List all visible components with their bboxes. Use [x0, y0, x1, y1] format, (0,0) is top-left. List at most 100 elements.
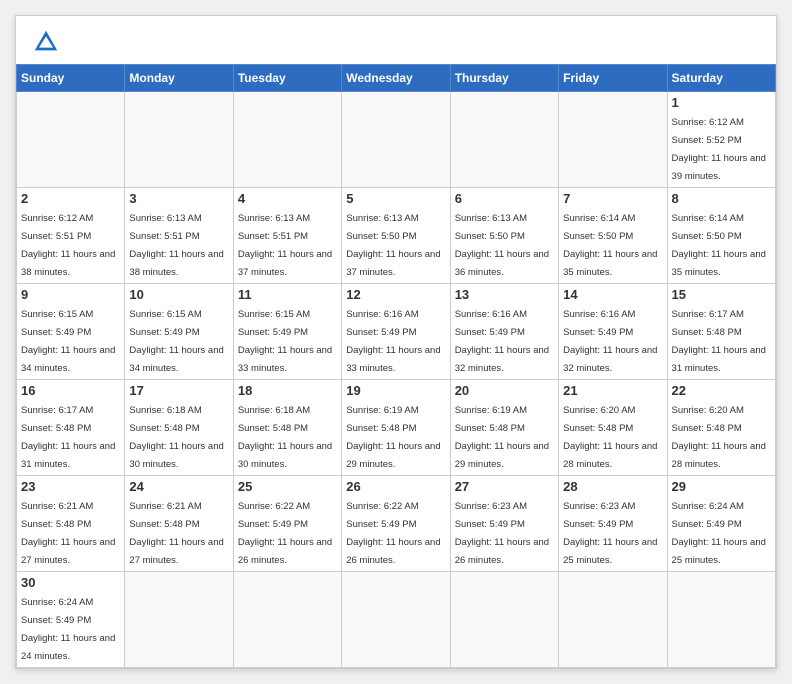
day-info: Sunrise: 6:12 AMSunset: 5:52 PMDaylight:…: [672, 117, 766, 182]
weekday-header-row: Sunday Monday Tuesday Wednesday Thursday…: [17, 65, 776, 92]
day-number: 21: [563, 383, 662, 398]
calendar-cell: 10 Sunrise: 6:15 AMSunset: 5:49 PMDaylig…: [125, 284, 233, 380]
logo: [32, 28, 64, 56]
header-thursday: Thursday: [450, 65, 558, 92]
calendar-cell: 4 Sunrise: 6:13 AMSunset: 5:51 PMDayligh…: [233, 188, 341, 284]
calendar-cell: 1 Sunrise: 6:12 AMSunset: 5:52 PMDayligh…: [667, 92, 775, 188]
day-number: 8: [672, 191, 771, 206]
day-number: 19: [346, 383, 445, 398]
day-info: Sunrise: 6:15 AMSunset: 5:49 PMDaylight:…: [21, 309, 115, 374]
day-info: Sunrise: 6:12 AMSunset: 5:51 PMDaylight:…: [21, 213, 115, 278]
calendar-row: 30 Sunrise: 6:24 AMSunset: 5:49 PMDaylig…: [17, 572, 776, 668]
calendar-cell: [559, 92, 667, 188]
day-number: 5: [346, 191, 445, 206]
day-number: 17: [129, 383, 228, 398]
header-tuesday: Tuesday: [233, 65, 341, 92]
day-info: Sunrise: 6:24 AMSunset: 5:49 PMDaylight:…: [672, 501, 766, 566]
day-info: Sunrise: 6:16 AMSunset: 5:49 PMDaylight:…: [563, 309, 657, 374]
day-number: 11: [238, 287, 337, 302]
day-number: 9: [21, 287, 120, 302]
day-number: 22: [672, 383, 771, 398]
day-number: 26: [346, 479, 445, 494]
day-info: Sunrise: 6:15 AMSunset: 5:49 PMDaylight:…: [129, 309, 223, 374]
calendar-cell: [559, 572, 667, 668]
day-info: Sunrise: 6:17 AMSunset: 5:48 PMDaylight:…: [21, 405, 115, 470]
calendar-cell: 29 Sunrise: 6:24 AMSunset: 5:49 PMDaylig…: [667, 476, 775, 572]
day-info: Sunrise: 6:13 AMSunset: 5:51 PMDaylight:…: [238, 213, 332, 278]
calendar-cell: [667, 572, 775, 668]
day-info: Sunrise: 6:16 AMSunset: 5:49 PMDaylight:…: [455, 309, 549, 374]
calendar-cell: 13 Sunrise: 6:16 AMSunset: 5:49 PMDaylig…: [450, 284, 558, 380]
day-number: 1: [672, 95, 771, 110]
day-info: Sunrise: 6:23 AMSunset: 5:49 PMDaylight:…: [455, 501, 549, 566]
calendar-row: 9 Sunrise: 6:15 AMSunset: 5:49 PMDayligh…: [17, 284, 776, 380]
day-info: Sunrise: 6:14 AMSunset: 5:50 PMDaylight:…: [563, 213, 657, 278]
day-info: Sunrise: 6:19 AMSunset: 5:48 PMDaylight:…: [455, 405, 549, 470]
calendar-cell: 3 Sunrise: 6:13 AMSunset: 5:51 PMDayligh…: [125, 188, 233, 284]
day-info: Sunrise: 6:18 AMSunset: 5:48 PMDaylight:…: [129, 405, 223, 470]
day-number: 25: [238, 479, 337, 494]
day-info: Sunrise: 6:16 AMSunset: 5:49 PMDaylight:…: [346, 309, 440, 374]
calendar-cell: [17, 92, 125, 188]
calendar-row: 16 Sunrise: 6:17 AMSunset: 5:48 PMDaylig…: [17, 380, 776, 476]
day-number: 24: [129, 479, 228, 494]
day-info: Sunrise: 6:24 AMSunset: 5:49 PMDaylight:…: [21, 597, 115, 662]
header-friday: Friday: [559, 65, 667, 92]
calendar-cell: 19 Sunrise: 6:19 AMSunset: 5:48 PMDaylig…: [342, 380, 450, 476]
day-info: Sunrise: 6:21 AMSunset: 5:48 PMDaylight:…: [129, 501, 223, 566]
day-info: Sunrise: 6:18 AMSunset: 5:48 PMDaylight:…: [238, 405, 332, 470]
calendar-cell: [342, 92, 450, 188]
day-info: Sunrise: 6:15 AMSunset: 5:49 PMDaylight:…: [238, 309, 332, 374]
logo-icon: [32, 28, 60, 56]
day-number: 10: [129, 287, 228, 302]
day-number: 7: [563, 191, 662, 206]
day-info: Sunrise: 6:17 AMSunset: 5:48 PMDaylight:…: [672, 309, 766, 374]
day-number: 4: [238, 191, 337, 206]
calendar-cell: 6 Sunrise: 6:13 AMSunset: 5:50 PMDayligh…: [450, 188, 558, 284]
day-info: Sunrise: 6:21 AMSunset: 5:48 PMDaylight:…: [21, 501, 115, 566]
calendar-cell: 11 Sunrise: 6:15 AMSunset: 5:49 PMDaylig…: [233, 284, 341, 380]
calendar-cell: 17 Sunrise: 6:18 AMSunset: 5:48 PMDaylig…: [125, 380, 233, 476]
day-number: 27: [455, 479, 554, 494]
calendar-cell: [450, 92, 558, 188]
day-number: 28: [563, 479, 662, 494]
day-number: 23: [21, 479, 120, 494]
day-number: 20: [455, 383, 554, 398]
calendar-cell: 12 Sunrise: 6:16 AMSunset: 5:49 PMDaylig…: [342, 284, 450, 380]
calendar-row: 23 Sunrise: 6:21 AMSunset: 5:48 PMDaylig…: [17, 476, 776, 572]
day-number: 3: [129, 191, 228, 206]
calendar-cell: 7 Sunrise: 6:14 AMSunset: 5:50 PMDayligh…: [559, 188, 667, 284]
calendar-cell: [233, 572, 341, 668]
calendar-cell: 9 Sunrise: 6:15 AMSunset: 5:49 PMDayligh…: [17, 284, 125, 380]
day-info: Sunrise: 6:14 AMSunset: 5:50 PMDaylight:…: [672, 213, 766, 278]
day-info: Sunrise: 6:13 AMSunset: 5:50 PMDaylight:…: [455, 213, 549, 278]
calendar-cell: [450, 572, 558, 668]
calendar-cell: 28 Sunrise: 6:23 AMSunset: 5:49 PMDaylig…: [559, 476, 667, 572]
calendar-cell: 8 Sunrise: 6:14 AMSunset: 5:50 PMDayligh…: [667, 188, 775, 284]
calendar-cell: 14 Sunrise: 6:16 AMSunset: 5:49 PMDaylig…: [559, 284, 667, 380]
day-info: Sunrise: 6:13 AMSunset: 5:50 PMDaylight:…: [346, 213, 440, 278]
calendar-cell: 24 Sunrise: 6:21 AMSunset: 5:48 PMDaylig…: [125, 476, 233, 572]
calendar-cell: [125, 572, 233, 668]
day-number: 29: [672, 479, 771, 494]
header-sunday: Sunday: [17, 65, 125, 92]
calendar-cell: [233, 92, 341, 188]
day-number: 6: [455, 191, 554, 206]
day-number: 2: [21, 191, 120, 206]
calendar-cell: 21 Sunrise: 6:20 AMSunset: 5:48 PMDaylig…: [559, 380, 667, 476]
day-number: 12: [346, 287, 445, 302]
day-info: Sunrise: 6:20 AMSunset: 5:48 PMDaylight:…: [563, 405, 657, 470]
day-info: Sunrise: 6:19 AMSunset: 5:48 PMDaylight:…: [346, 405, 440, 470]
day-number: 30: [21, 575, 120, 590]
calendar-cell: 18 Sunrise: 6:18 AMSunset: 5:48 PMDaylig…: [233, 380, 341, 476]
day-info: Sunrise: 6:13 AMSunset: 5:51 PMDaylight:…: [129, 213, 223, 278]
calendar-cell: 20 Sunrise: 6:19 AMSunset: 5:48 PMDaylig…: [450, 380, 558, 476]
day-number: 18: [238, 383, 337, 398]
calendar-cell: 27 Sunrise: 6:23 AMSunset: 5:49 PMDaylig…: [450, 476, 558, 572]
calendar-cell: 22 Sunrise: 6:20 AMSunset: 5:48 PMDaylig…: [667, 380, 775, 476]
calendar-cell: 2 Sunrise: 6:12 AMSunset: 5:51 PMDayligh…: [17, 188, 125, 284]
header-saturday: Saturday: [667, 65, 775, 92]
calendar-row: 2 Sunrise: 6:12 AMSunset: 5:51 PMDayligh…: [17, 188, 776, 284]
calendar-header: [16, 16, 776, 64]
calendar-cell: 30 Sunrise: 6:24 AMSunset: 5:49 PMDaylig…: [17, 572, 125, 668]
